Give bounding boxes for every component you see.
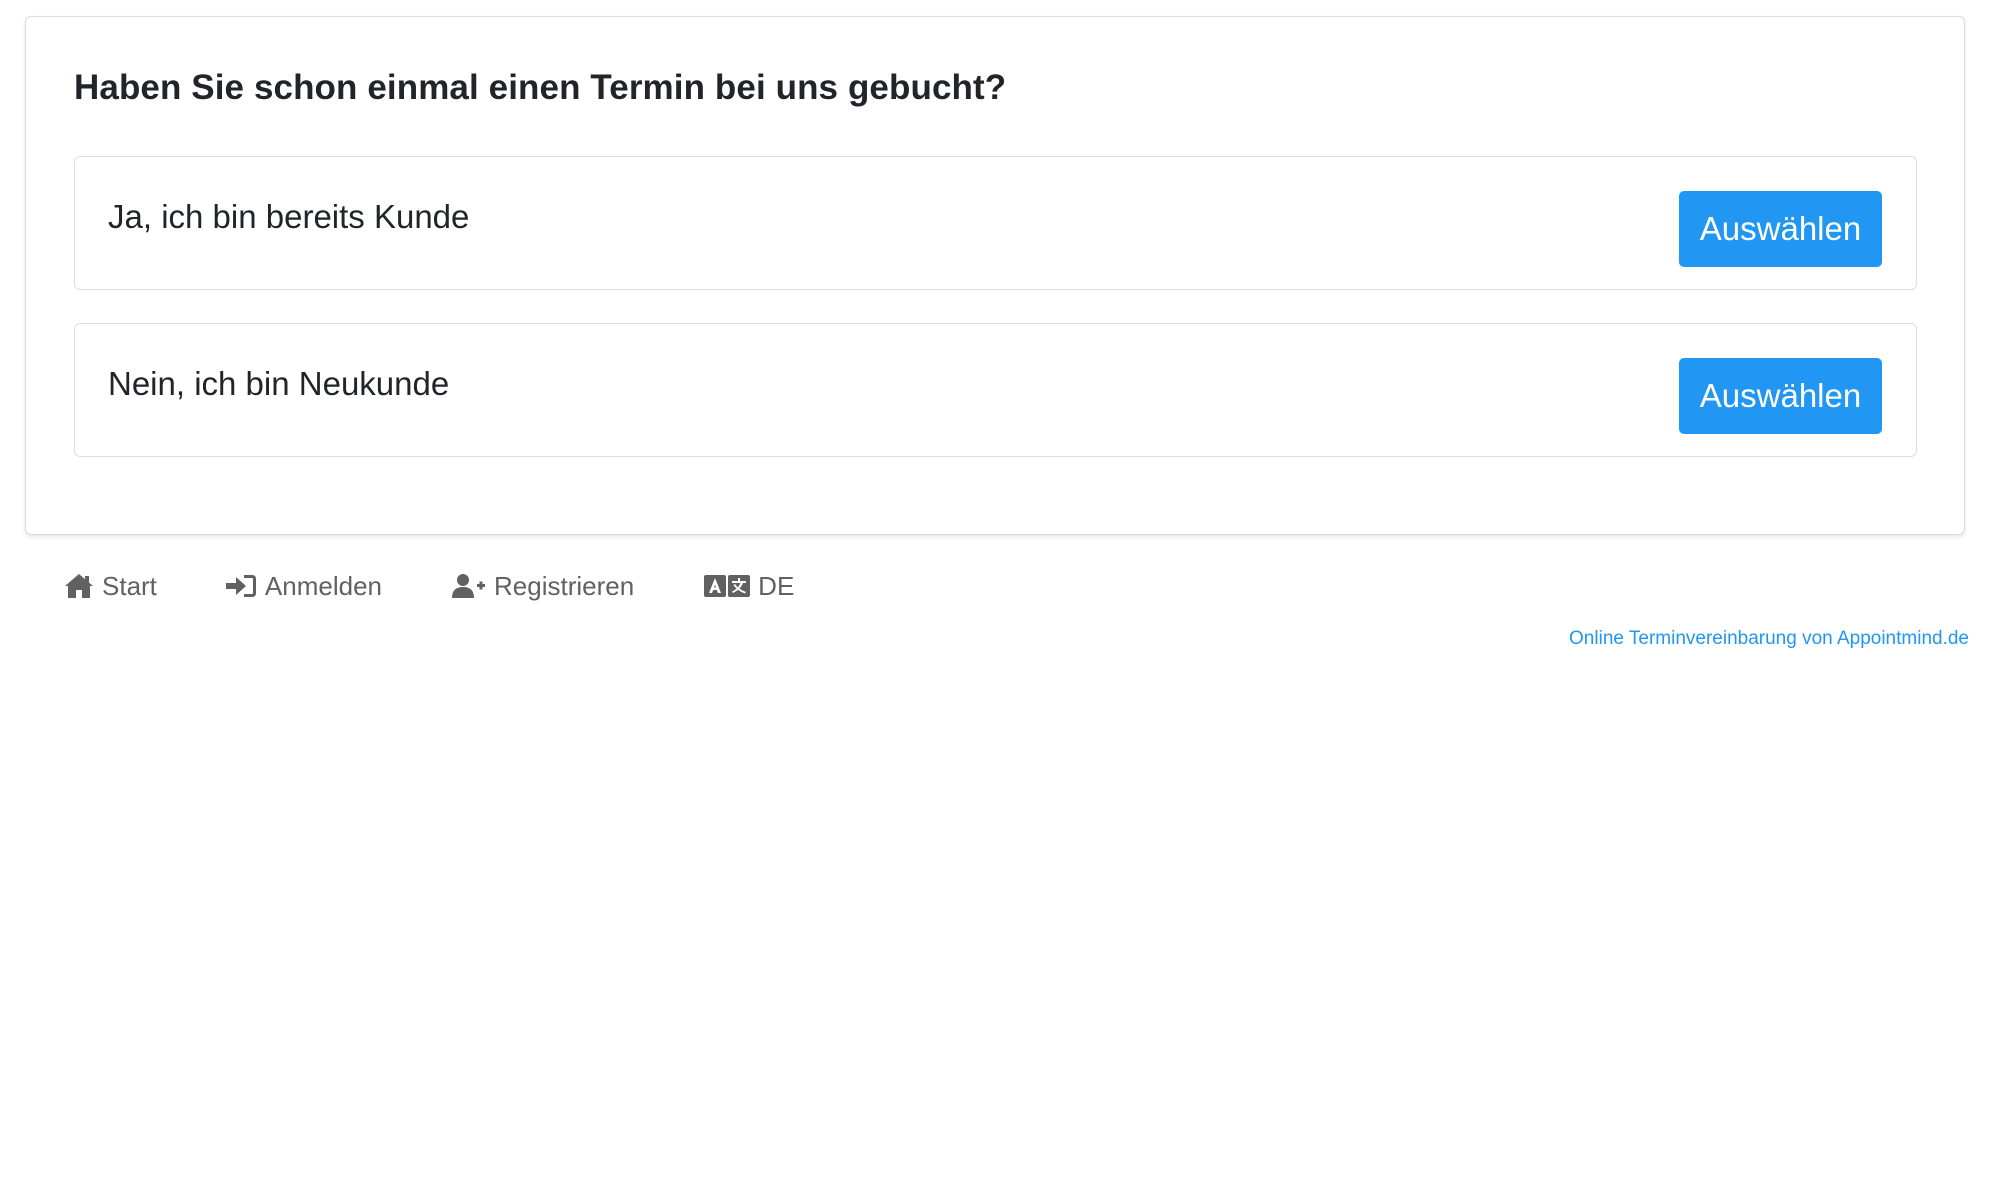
appointmind-credit-link[interactable]: Online Terminvereinbarung von Appointmin… bbox=[1569, 628, 1969, 650]
question-heading: Haben Sie schon einmal einen Termin bei … bbox=[74, 68, 1007, 107]
language-icon bbox=[704, 574, 751, 598]
customer-type-card: Haben Sie schon einmal einen Termin bei … bbox=[25, 16, 1965, 535]
nav-login-link[interactable]: Anmelden bbox=[225, 571, 382, 602]
option-existing-customer: Ja, ich bin bereits Kunde Auswählen bbox=[74, 156, 1917, 290]
footer-nav: Start Anmelden Registrieren DE bbox=[64, 566, 794, 606]
nav-start-label: Start bbox=[102, 570, 157, 601]
nav-start-link[interactable]: Start bbox=[64, 571, 157, 602]
language-selector[interactable]: DE bbox=[704, 571, 794, 602]
option-label: Ja, ich bin bereits Kunde bbox=[108, 198, 470, 235]
nav-language-label: DE bbox=[758, 570, 795, 601]
user-plus-icon bbox=[452, 573, 486, 599]
nav-login-label: Anmelden bbox=[264, 570, 382, 601]
select-existing-customer-button[interactable]: Auswählen bbox=[1679, 191, 1882, 267]
nav-register-label: Registrieren bbox=[494, 570, 635, 601]
option-label: Nein, ich bin Neukunde bbox=[108, 365, 450, 402]
select-new-customer-button[interactable]: Auswählen bbox=[1679, 358, 1882, 434]
home-icon bbox=[64, 573, 94, 599]
sign-in-icon bbox=[225, 573, 257, 599]
nav-register-link[interactable]: Registrieren bbox=[452, 571, 634, 602]
option-new-customer: Nein, ich bin Neukunde Auswählen bbox=[74, 323, 1917, 457]
